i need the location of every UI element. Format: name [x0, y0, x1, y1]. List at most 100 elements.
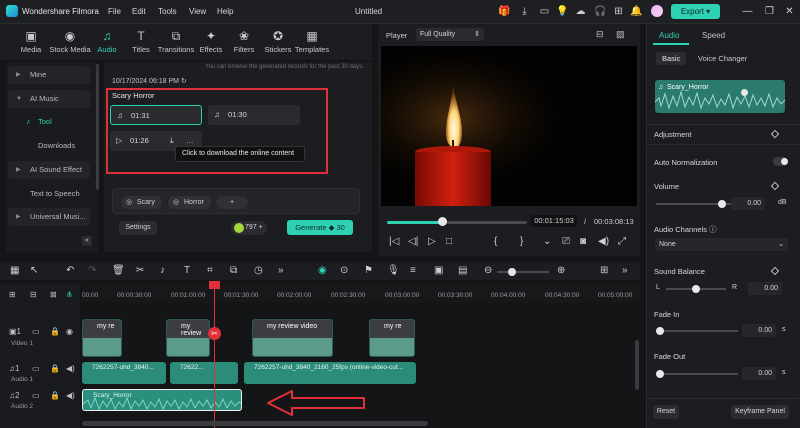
menu-help[interactable]: Help: [217, 7, 233, 16]
timeline-grid-icon[interactable]: ⊞: [600, 265, 608, 276]
tool-templates[interactable]: ▦ Templates: [290, 29, 334, 54]
close-icon[interactable]: ✕: [783, 5, 796, 18]
headset-icon[interactable]: 🎧: [594, 5, 607, 18]
playhead-handle[interactable]: [209, 281, 220, 289]
timeline-vertical-scrollbar[interactable]: [635, 340, 639, 390]
link-icon[interactable]: ⊟: [30, 290, 37, 299]
quality-dropdown[interactable]: Full Quality ⇕: [416, 28, 484, 41]
video-clip[interactable]: my re: [82, 319, 122, 357]
scary-horror-audio-clip[interactable]: Scary_Horror: [82, 389, 242, 411]
nav-ai-music[interactable]: ▼ AI Music: [8, 90, 90, 108]
lock-icon[interactable]: 🔒: [50, 364, 60, 373]
tab-audio[interactable]: Audio: [659, 31, 679, 40]
snapshot-icon[interactable]: ▨: [616, 29, 625, 40]
fade-out-value[interactable]: 0.00: [742, 367, 776, 380]
speaker-icon[interactable]: ◀): [66, 391, 75, 400]
menu-file[interactable]: File: [108, 7, 121, 16]
fade-in-knob[interactable]: [656, 327, 664, 335]
tag-scary[interactable]: ◎ Scary: [121, 196, 162, 209]
add-track-icon[interactable]: ⊞: [9, 290, 16, 299]
video-clip[interactable]: my review video: [252, 319, 333, 357]
balance-value[interactable]: 0.00: [748, 282, 782, 295]
zoom-in-icon[interactable]: ⊕: [557, 265, 565, 276]
playback-knob[interactable]: [437, 217, 447, 226]
menu-edit[interactable]: Edit: [132, 7, 146, 16]
audio-channels-dropdown[interactable]: None ⌄: [655, 238, 788, 251]
timeline-more-icon[interactable]: »: [622, 265, 628, 276]
compare-view-icon[interactable]: ⊟: [596, 29, 604, 40]
magnet-icon[interactable]: ◉: [318, 265, 327, 276]
render-icon[interactable]: ⊙: [340, 265, 348, 276]
subtab-basic[interactable]: Basic: [656, 52, 687, 65]
cut-icon[interactable]: ✂: [136, 265, 144, 276]
audio-split-icon[interactable]: ♪: [160, 265, 165, 276]
effect-icon[interactable]: ⧉: [230, 265, 237, 276]
credits-badge[interactable]: 797 +: [231, 221, 267, 235]
screen-icon[interactable]: ▭: [538, 5, 551, 18]
refresh-icon[interactable]: ↻: [181, 78, 187, 85]
snap-icon[interactable]: ⊠: [50, 290, 57, 299]
info-icon[interactable]: ⓘ: [709, 225, 717, 234]
audio-clip[interactable]: 7262257-uhd_3840_2160_25fps (online-vide…: [244, 362, 416, 384]
stop-icon[interactable]: □: [446, 236, 452, 247]
more-tools-icon[interactable]: »: [278, 265, 284, 276]
volume-knob[interactable]: [718, 200, 726, 208]
undo-icon[interactable]: ↶: [66, 265, 74, 276]
nav-ai-sound-effect[interactable]: ▶ AI Sound Effect: [8, 161, 90, 179]
tag-horror[interactable]: ◎ Horror: [168, 196, 211, 209]
cloud-upload-icon[interactable]: ☁: [574, 5, 587, 18]
fade-out-slider[interactable]: [656, 373, 738, 375]
menu-tools[interactable]: Tools: [158, 7, 177, 16]
keyframe-panel-button[interactable]: Keyframe Panel: [731, 405, 789, 419]
mark-in-icon[interactable]: {: [494, 236, 497, 247]
voiceover-icon[interactable]: ≡: [410, 265, 416, 276]
music-clip-2[interactable]: ♫ 01:30: [208, 105, 300, 125]
play-icon[interactable]: ▷: [428, 236, 436, 247]
nav-scrollbar[interactable]: [96, 64, 99, 190]
zoom-out-icon[interactable]: ⊖: [484, 265, 492, 276]
settings-button[interactable]: Settings: [119, 221, 157, 235]
speed-icon[interactable]: ◷: [254, 265, 263, 276]
folder-icon[interactable]: ▭: [32, 391, 40, 400]
nav-universal-music[interactable]: ▶ Universal Musi...: [8, 208, 90, 226]
grid-icon[interactable]: ⊞: [612, 5, 625, 18]
mark-out-icon[interactable]: }: [520, 236, 523, 247]
delete-icon[interactable]: 🗑: [112, 265, 125, 276]
step-back-icon[interactable]: |◁: [389, 236, 399, 247]
reset-button[interactable]: Reset: [653, 405, 679, 419]
volume-value[interactable]: 0.00: [731, 197, 765, 210]
download-icon[interactable]: ⤓: [518, 5, 531, 18]
balance-knob[interactable]: [692, 285, 700, 293]
layout-icon[interactable]: ▦: [10, 265, 19, 276]
minimize-icon[interactable]: —: [741, 5, 754, 18]
lightbulb-icon[interactable]: 💡: [556, 5, 569, 18]
music-clip-1[interactable]: ♫ 01:31: [110, 105, 202, 125]
menu-view[interactable]: View: [189, 7, 206, 16]
volume-icon[interactable]: ◀): [598, 236, 609, 247]
user-avatar[interactable]: [651, 5, 663, 17]
add-tag-button[interactable]: +: [216, 196, 249, 209]
gift-icon[interactable]: 🎁: [498, 5, 511, 18]
audio-clip[interactable]: 72622...: [170, 362, 238, 384]
eye-icon[interactable]: ◉: [66, 327, 73, 336]
caption-icon[interactable]: ▤: [458, 265, 467, 276]
split-scissors-icon[interactable]: ✂: [208, 327, 221, 340]
video-clip[interactable]: my re: [369, 319, 415, 357]
nav-mine[interactable]: ▶ Mine: [8, 66, 90, 84]
fade-out-knob[interactable]: [656, 370, 664, 378]
notification-icon[interactable]: 🔔: [630, 5, 643, 18]
picture-icon[interactable]: ▣: [434, 265, 443, 276]
tool-media[interactable]: ▣ Media: [9, 29, 53, 54]
dropdown-icon[interactable]: ⌄: [543, 236, 551, 247]
fade-in-value[interactable]: 0.00: [742, 324, 776, 337]
fullscreen-icon[interactable]: ⤢: [618, 236, 626, 247]
speaker-icon[interactable]: ◀): [66, 364, 75, 373]
redo-icon[interactable]: ↷: [88, 265, 96, 276]
timeline-horizontal-scrollbar[interactable]: [82, 421, 428, 426]
select-tool-icon[interactable]: ↖: [30, 265, 38, 276]
download-cloud-icon[interactable]: ⤓: [170, 131, 174, 151]
text-icon[interactable]: T: [184, 265, 190, 276]
nav-text-to-speech[interactable]: Text to Speech: [8, 185, 90, 203]
generate-button[interactable]: Generate ◆ 30: [287, 220, 353, 235]
camera-icon[interactable]: ◙: [580, 236, 586, 247]
